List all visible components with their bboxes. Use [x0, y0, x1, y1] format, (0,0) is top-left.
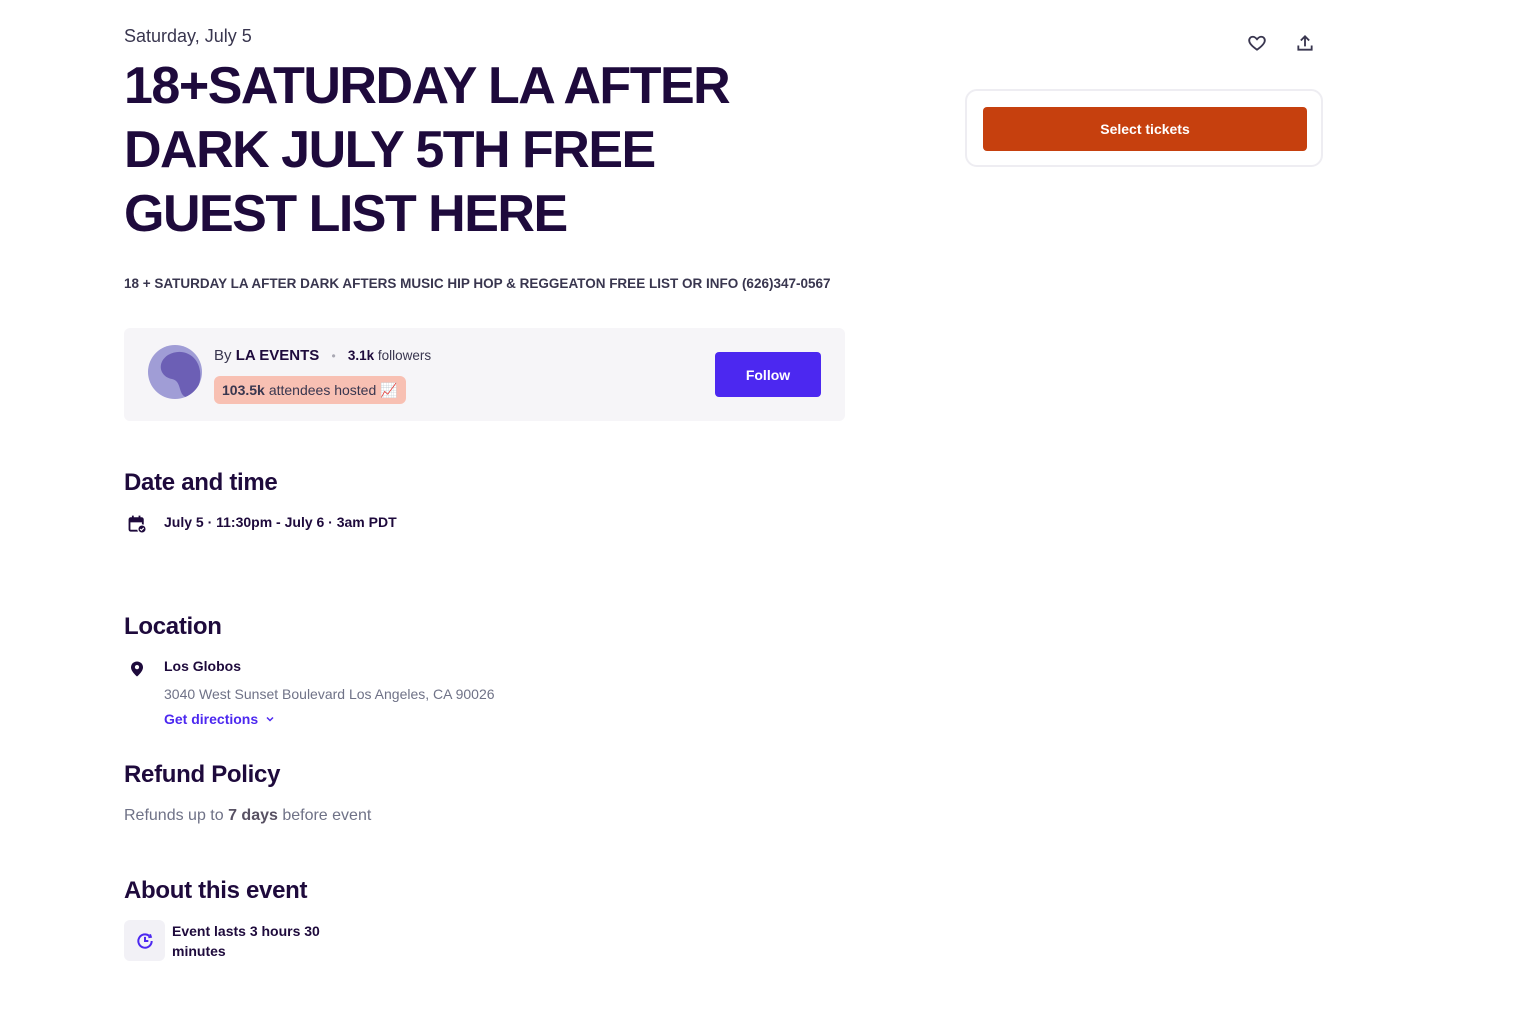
clock-icon	[136, 932, 153, 949]
share-button[interactable]	[1293, 31, 1317, 55]
ticket-card: Select tickets	[965, 89, 1323, 167]
get-directions-link[interactable]: Get directions	[164, 711, 276, 727]
followers-count: 3.1k followers	[348, 348, 431, 363]
followers-number: 3.1k	[347, 348, 375, 363]
map-pin-icon	[128, 659, 146, 684]
refund-days: 7 days	[228, 807, 278, 824]
event-summary: 18 + SATURDAY LA AFTER DARK AFTERS MUSIC…	[124, 276, 831, 291]
refund-suffix: before event	[277, 807, 372, 824]
event-date-label: Saturday, July 5	[124, 26, 252, 46]
refund-text: Refunds up to 7 days before event	[124, 807, 371, 825]
separator-dot: •	[331, 349, 336, 364]
date-time-heading: Date and time	[124, 469, 278, 496]
attendees-label: attendees hosted 📈	[268, 381, 398, 398]
get-directions-label: Get directions	[164, 711, 259, 727]
attendees-hosted-badge: 103.5k attendees hosted 📈	[214, 376, 406, 404]
calendar-icon	[127, 514, 147, 539]
organizer-card: By LA EVENTS • 3.1k followers 103.5k att…	[124, 328, 845, 421]
organizer-avatar[interactable]	[148, 345, 202, 399]
venue-address: 3040 West Sunset Boulevard Los Angeles, …	[164, 686, 495, 702]
chevron-down-icon	[266, 716, 274, 722]
event-duration: Event lasts 3 hours 30 minutes	[172, 923, 320, 959]
follow-button[interactable]: Follow	[715, 352, 821, 397]
like-button[interactable]	[1245, 31, 1269, 55]
duration-icon-box	[124, 920, 165, 961]
about-heading: About this event	[124, 877, 308, 904]
heart-icon	[1248, 35, 1266, 51]
select-tickets-button[interactable]: Select tickets	[983, 107, 1307, 151]
followers-label: followers	[377, 348, 432, 363]
organizer-by-prefix: By	[214, 347, 232, 364]
refund-heading: Refund Policy	[124, 761, 281, 788]
attendees-count: 103.5k	[222, 382, 265, 398]
location-heading: Location	[124, 613, 222, 640]
venue-name: Los Globos	[164, 658, 241, 674]
event-title: 18+SATURDAY LA AFTER DARK JULY 5TH FREE …	[124, 57, 731, 243]
date-time-value: July 5 · 11:30pm - July 6 · 3am PDT	[164, 514, 397, 530]
organizer-name[interactable]: LA EVENTS	[236, 347, 320, 364]
share-icon	[1297, 35, 1313, 51]
organizer-line: By LA EVENTS • 3.1k followers	[214, 347, 431, 364]
refund-prefix: Refunds up to	[124, 807, 229, 824]
